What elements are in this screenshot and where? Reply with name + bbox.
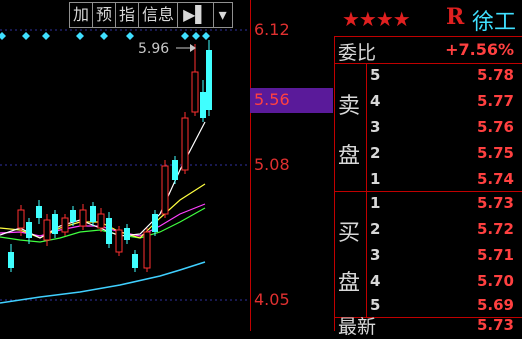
candle-body xyxy=(79,209,87,227)
candle-body xyxy=(200,92,206,118)
signal-diamond xyxy=(126,32,134,40)
max-price-label: 5.96 xyxy=(138,41,169,57)
sell-level-number: 3 xyxy=(370,118,381,136)
divider xyxy=(334,36,522,37)
candle-body xyxy=(172,160,178,180)
candle-body xyxy=(8,252,14,268)
stock-header: ★★★★ R 徐工 xyxy=(334,0,522,36)
weibi-value: +7.56% xyxy=(445,40,514,59)
sell-level-price[interactable]: 5.75 xyxy=(477,144,514,162)
weibi-label: 委比 xyxy=(338,42,377,64)
current-price-marker: 5.56 xyxy=(250,88,333,113)
last-price-value: 5.73 xyxy=(476,316,514,334)
buy-level-price[interactable]: 5.71 xyxy=(477,246,514,264)
sell-label-top: 卖 xyxy=(338,94,361,119)
candle-body xyxy=(181,117,189,171)
signal-diamond xyxy=(181,32,189,40)
signal-diamond xyxy=(100,32,108,40)
sell-level-number: 4 xyxy=(370,92,381,110)
axis-tick-high: 6.12 xyxy=(254,20,290,39)
candle-body xyxy=(191,71,199,113)
buy-level-price[interactable]: 5.69 xyxy=(477,296,514,314)
signal-diamond xyxy=(202,32,210,40)
buy-label-bottom: 盘 xyxy=(338,271,361,296)
sell-side-column xyxy=(334,64,367,191)
info-button[interactable]: 信息 xyxy=(138,2,179,28)
sell-level-price[interactable]: 5.74 xyxy=(477,170,514,188)
kline-chart[interactable]: 5.96 xyxy=(0,0,250,331)
candle-body xyxy=(61,217,69,233)
candle-body xyxy=(70,210,76,222)
candle-body xyxy=(26,222,32,238)
buy-level-price[interactable]: 5.72 xyxy=(477,220,514,238)
candle-body xyxy=(90,206,96,222)
sell-level-price[interactable]: 5.77 xyxy=(477,92,514,110)
candle-body xyxy=(43,219,51,241)
candle-body xyxy=(143,231,151,269)
sell-level-price[interactable]: 5.76 xyxy=(477,118,514,136)
last-price-label: 最新 xyxy=(338,316,377,338)
buy-level-number: 4 xyxy=(370,272,381,290)
candle-body xyxy=(132,254,138,268)
candle-body xyxy=(124,228,130,240)
signal-diamond xyxy=(192,32,200,40)
dropdown-icon[interactable]: ▾ xyxy=(212,2,233,28)
buy-level-number: 2 xyxy=(370,220,381,238)
candle-body xyxy=(152,214,158,232)
buy-level-price[interactable]: 5.73 xyxy=(477,194,514,212)
add-button[interactable]: 加 xyxy=(69,2,94,28)
candle-body xyxy=(97,213,105,229)
ma60-line xyxy=(0,261,206,304)
candle-body xyxy=(206,50,212,110)
signal-diamond xyxy=(22,32,30,40)
signal-diamond xyxy=(42,32,50,40)
axis-tick-mid: 5.08 xyxy=(254,155,290,174)
sell-level-number: 5 xyxy=(370,66,381,84)
sell-level-number: 1 xyxy=(370,170,381,188)
candle-body xyxy=(36,206,42,218)
buy-level-number: 1 xyxy=(370,194,381,212)
expand-icon[interactable]: ▶▌ xyxy=(177,2,214,28)
current-price-label: 5.56 xyxy=(254,90,290,109)
buy-level-number: 3 xyxy=(370,246,381,264)
signal-diamond xyxy=(0,32,6,40)
quote-panel: ★★★★ R 徐工 委比 +7.56% 卖 盘 5 5.78 4 5.77 3 … xyxy=(334,0,522,338)
r-mark-icon: R xyxy=(446,4,465,30)
signal-diamond xyxy=(76,32,84,40)
candle-body xyxy=(17,209,25,229)
buy-side-column xyxy=(334,192,367,317)
sell-level-price[interactable]: 5.78 xyxy=(477,66,514,84)
sell-label-bottom: 盘 xyxy=(338,144,361,169)
rating-stars-icon: ★★★★ xyxy=(342,7,411,31)
axis-tick-low: 4.05 xyxy=(254,290,290,309)
axis-divider xyxy=(250,0,251,331)
buy-level-price[interactable]: 5.70 xyxy=(477,272,514,290)
warn-button[interactable]: 预 xyxy=(92,2,117,28)
signal-markers xyxy=(0,32,210,40)
buy-label-top: 买 xyxy=(338,221,361,246)
candle-body xyxy=(52,214,58,234)
index-button[interactable]: 指 xyxy=(115,2,140,28)
kline-svg: 5.96 xyxy=(0,29,250,304)
sell-level-number: 2 xyxy=(370,144,381,162)
candle-body xyxy=(115,229,123,253)
candle-body xyxy=(161,165,169,215)
stock-name[interactable]: 徐工 xyxy=(472,4,516,36)
chart-toolbar: 加 预 指 信息 ▶▌ ▾ xyxy=(69,2,233,28)
candle-body xyxy=(106,218,112,244)
